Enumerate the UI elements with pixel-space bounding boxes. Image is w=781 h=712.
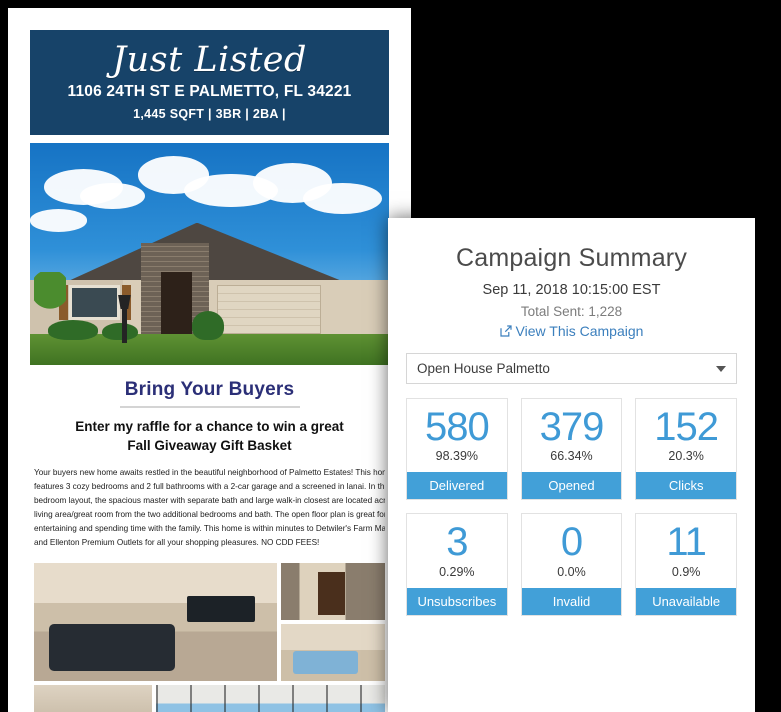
flyer-description-line: entertaining and spending time with the … bbox=[34, 524, 385, 534]
stat-card-unavailable: 11 0.9% Unavailable bbox=[635, 513, 737, 616]
flyer-address: 1106 24TH ST E PALMETTO, FL 34221 bbox=[67, 82, 352, 100]
flyer-description: Your buyers new home awaits restled in t… bbox=[34, 466, 385, 551]
stat-label-invalid[interactable]: Invalid bbox=[521, 587, 622, 615]
campaign-summary-panel: Campaign Summary Sep 11, 2018 10:15:00 E… bbox=[388, 218, 755, 712]
flyer-subheading-line-1: Enter my raffle for a chance to win a gr… bbox=[75, 418, 344, 434]
stat-percent: 0.0% bbox=[557, 564, 586, 579]
campaign-timestamp: Sep 11, 2018 10:15:00 EST bbox=[482, 282, 661, 298]
stat-card-delivered: 580 98.39% Delivered bbox=[406, 398, 508, 501]
flyer-subheading-line-2: Fall Giveaway Gift Basket bbox=[127, 438, 292, 454]
stat-value: 379 bbox=[539, 405, 605, 449]
external-link-icon bbox=[499, 324, 512, 340]
email-flyer-preview: Just Listed 1106 24TH ST E PALMETTO, FL … bbox=[8, 8, 411, 712]
stat-value: 580 bbox=[424, 405, 490, 449]
stat-card-invalid: 0 0.0% Invalid bbox=[520, 513, 623, 616]
flyer-description-line: features 3 cozy bedrooms and 2 full bath… bbox=[34, 481, 385, 491]
stat-card-clicks: 152 20.3% Clicks bbox=[635, 398, 737, 501]
total-sent-label: Total Sent: 1,228 bbox=[520, 304, 623, 319]
stat-card-opened: 379 66.34% Opened bbox=[520, 398, 623, 501]
flyer-description-line: and Ellenton Premium Outlets for all you… bbox=[34, 538, 320, 548]
master-bedroom-photo bbox=[280, 623, 385, 681]
stat-percent: 98.39% bbox=[435, 449, 479, 464]
view-campaign-link-label: View This Campaign bbox=[515, 323, 644, 339]
stat-percent: 66.34% bbox=[550, 449, 593, 464]
stat-label-unsubscribes[interactable]: Unsubscribes bbox=[407, 587, 507, 615]
flyer-specs: 1,445 SQFT | 3BR | 2BA | bbox=[133, 106, 286, 121]
chevron-down-icon bbox=[716, 365, 726, 372]
stats-grid: 580 98.39% Delivered 379 66.34% Opened 1… bbox=[406, 398, 737, 616]
heading-divider bbox=[119, 405, 300, 408]
flyer-photo-grid-row-2 bbox=[34, 684, 385, 712]
lanai-photo bbox=[155, 684, 385, 712]
stat-card-unsubscribes: 3 0.29% Unsubscribes bbox=[406, 513, 508, 616]
view-campaign-link[interactable]: View This Campaign bbox=[406, 323, 737, 339]
flyer-section-heading: Bring Your Buyers bbox=[124, 378, 295, 400]
stat-percent: 0.29% bbox=[439, 564, 475, 579]
living-room-photo bbox=[34, 562, 277, 681]
stat-value: 11 bbox=[666, 520, 707, 565]
stat-value: 152 bbox=[654, 405, 719, 449]
stat-percent: 0.9% bbox=[671, 564, 701, 579]
campaign-select[interactable]: Open House Palmetto bbox=[406, 353, 737, 384]
stat-value: 3 bbox=[446, 520, 468, 565]
stat-label-opened[interactable]: Opened bbox=[521, 472, 622, 500]
flyer-banner: Just Listed 1106 24TH ST E PALMETTO, FL … bbox=[30, 30, 389, 135]
house-exterior-photo bbox=[30, 142, 389, 365]
stat-percent: 20.3% bbox=[668, 449, 704, 464]
campaign-select-value: Open House Palmetto bbox=[417, 361, 550, 376]
page-title: Campaign Summary bbox=[455, 244, 688, 272]
flyer-photo-grid bbox=[34, 562, 385, 681]
flyer-headline: Just Listed bbox=[112, 40, 307, 80]
flyer-description-line: bedroom layout, the spacious master with… bbox=[34, 496, 385, 506]
flyer-description-line: living area/great room from the two addi… bbox=[34, 510, 385, 520]
front-entry-photo bbox=[280, 562, 385, 620]
bathroom-photo bbox=[34, 684, 152, 712]
flyer-description-line: Your buyers new home awaits restled in t… bbox=[34, 467, 385, 477]
stat-label-unavailable[interactable]: Unavailable bbox=[636, 587, 736, 615]
stat-label-delivered[interactable]: Delivered bbox=[407, 472, 507, 500]
stat-label-clicks[interactable]: Clicks bbox=[636, 472, 736, 500]
stat-value: 0 bbox=[560, 520, 583, 565]
